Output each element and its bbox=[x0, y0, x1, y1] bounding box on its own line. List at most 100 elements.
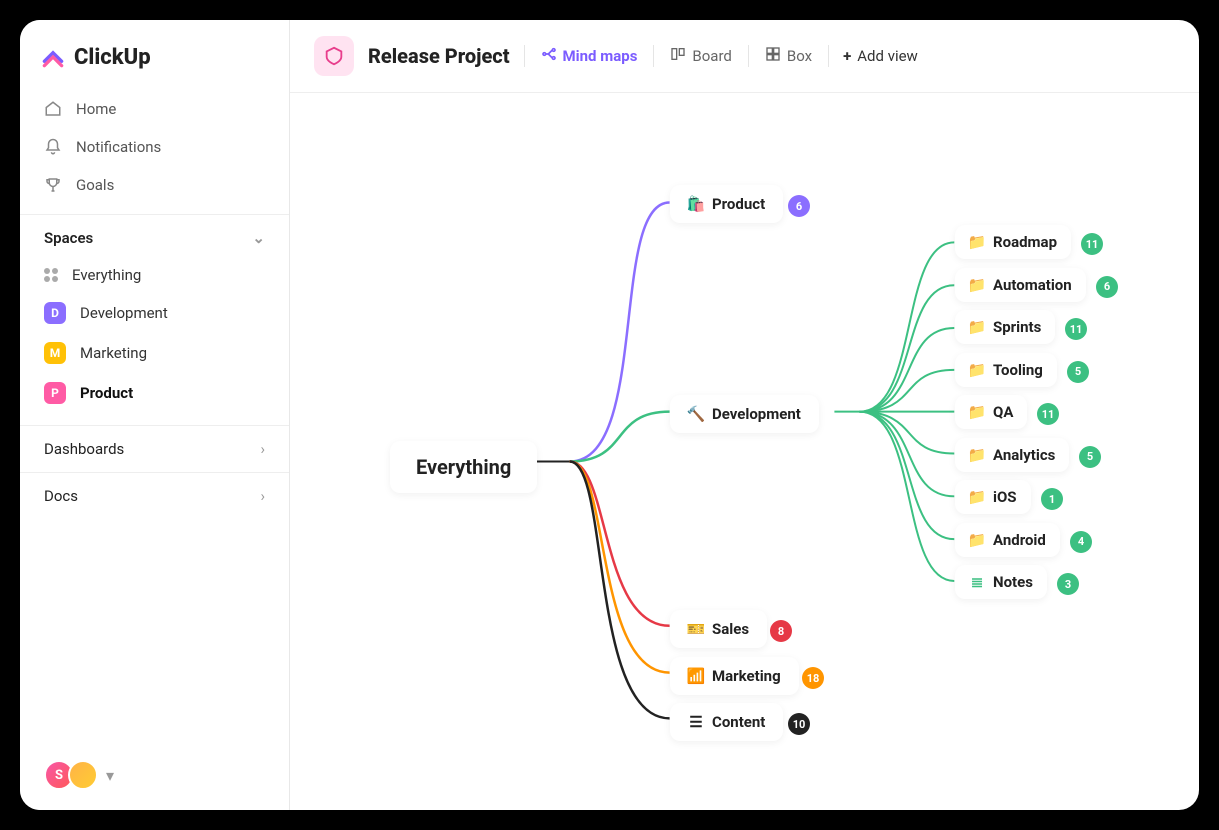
bell-icon bbox=[44, 138, 62, 156]
count-badge: 10 bbox=[788, 713, 810, 735]
folder-icon: 📁 bbox=[969, 234, 985, 250]
count-badge: 5 bbox=[1079, 446, 1101, 468]
chevron-down-icon: ⌄ bbox=[252, 229, 265, 247]
spaces-header[interactable]: Spaces ⌄ bbox=[20, 214, 289, 257]
logo-text: ClickUp bbox=[74, 45, 151, 70]
space-label: Product bbox=[80, 384, 133, 402]
chevron-right-icon: › bbox=[260, 487, 265, 505]
node-label: Roadmap bbox=[993, 233, 1057, 251]
space-badge-d: D bbox=[44, 302, 66, 324]
node-label: Notes bbox=[993, 573, 1033, 591]
topbar: Release Project Mind maps Board Box + Ad… bbox=[290, 20, 1199, 93]
sidebar-item-development[interactable]: D Development bbox=[20, 293, 289, 333]
project-icon bbox=[314, 36, 354, 76]
box-icon bbox=[765, 46, 781, 66]
count-badge: 4 bbox=[1070, 531, 1092, 553]
sidebar-item-dashboards[interactable]: Dashboards › bbox=[20, 425, 289, 472]
node-product[interactable]: 🛍️ Product bbox=[670, 185, 783, 223]
docs-label: Docs bbox=[44, 487, 78, 505]
node-dev-child[interactable]: 📁 QA bbox=[955, 395, 1027, 429]
avatar-other bbox=[68, 760, 98, 790]
space-badge-p: P bbox=[44, 382, 66, 404]
app-window: ClickUp Home Notifications Goals Spaces … bbox=[20, 20, 1199, 810]
folder-icon: 📁 bbox=[969, 489, 985, 505]
count-badge: 11 bbox=[1065, 318, 1087, 340]
space-label: Marketing bbox=[80, 344, 147, 362]
node-label: Tooling bbox=[993, 361, 1043, 379]
node-label: Marketing bbox=[712, 667, 781, 685]
node-label: Content bbox=[712, 713, 765, 731]
nav-home-label: Home bbox=[76, 100, 116, 118]
sidebar-item-docs[interactable]: Docs › bbox=[20, 472, 289, 519]
everything-icon bbox=[44, 268, 58, 282]
node-content[interactable]: ☰ Content bbox=[670, 703, 783, 741]
count-badge: 6 bbox=[1096, 276, 1118, 298]
node-dev-child[interactable]: 📁 Roadmap bbox=[955, 225, 1071, 259]
node-dev-child[interactable]: 📁Android bbox=[955, 523, 1060, 557]
chevron-right-icon: › bbox=[260, 440, 265, 458]
nav-goals[interactable]: Goals bbox=[20, 166, 289, 204]
add-view-button[interactable]: + Add view bbox=[843, 47, 918, 65]
node-label: Sprints bbox=[993, 318, 1041, 336]
count-badge: 8 bbox=[770, 620, 792, 642]
text-icon: ☰ bbox=[688, 714, 704, 730]
node-dev-child[interactable]: 📁Analytics bbox=[955, 438, 1069, 472]
node-dev-child[interactable]: 📁 iOS bbox=[955, 480, 1031, 514]
add-view-label: Add view bbox=[857, 47, 918, 65]
sidebar-item-everything[interactable]: Everything bbox=[20, 257, 289, 293]
node-label: Sales bbox=[712, 620, 749, 638]
node-sales[interactable]: 🎫 Sales bbox=[670, 610, 767, 648]
node-development[interactable]: 🔨 Development bbox=[670, 395, 819, 433]
count-badge: 18 bbox=[802, 667, 824, 689]
clickup-logo-icon bbox=[40, 44, 66, 70]
trophy-icon bbox=[44, 176, 62, 194]
mindmap-root-node[interactable]: Everything bbox=[390, 441, 537, 493]
plus-icon: + bbox=[843, 47, 851, 65]
logo[interactable]: ClickUp bbox=[20, 20, 289, 90]
ticket-icon: 🎫 bbox=[688, 621, 704, 637]
space-badge-m: M bbox=[44, 342, 66, 364]
nav-home[interactable]: Home bbox=[20, 90, 289, 128]
node-dev-child[interactable]: 📁 Sprints bbox=[955, 310, 1055, 344]
tab-box-label: Box bbox=[787, 47, 812, 65]
node-label: QA bbox=[993, 403, 1013, 421]
sidebar-item-marketing[interactable]: M Marketing bbox=[20, 333, 289, 373]
dashboards-label: Dashboards bbox=[44, 440, 124, 458]
divider bbox=[524, 45, 525, 67]
node-dev-child[interactable]: 📁 Tooling bbox=[955, 353, 1057, 387]
tab-board-label: Board bbox=[692, 47, 731, 65]
node-dev-child[interactable]: 📁Automation bbox=[955, 268, 1086, 302]
board-icon bbox=[670, 46, 686, 66]
hammer-icon: 🔨 bbox=[688, 406, 704, 422]
nav-notifications-label: Notifications bbox=[76, 138, 161, 156]
folder-icon: 📁 bbox=[969, 319, 985, 335]
user-avatars[interactable]: S ▾ bbox=[20, 740, 289, 810]
nav-notifications[interactable]: Notifications bbox=[20, 128, 289, 166]
folder-icon: 📁 bbox=[969, 277, 985, 293]
home-icon bbox=[44, 100, 62, 118]
list-icon: ≣ bbox=[969, 574, 985, 590]
folder-icon: 📁 bbox=[969, 532, 985, 548]
spaces-header-label: Spaces bbox=[44, 229, 93, 247]
project-title: Release Project bbox=[368, 44, 510, 68]
node-label: iOS bbox=[993, 488, 1017, 506]
caret-down-icon: ▾ bbox=[106, 766, 114, 785]
node-dev-child[interactable]: ≣ Notes bbox=[955, 565, 1047, 599]
tab-board[interactable]: Board bbox=[668, 42, 733, 70]
tab-mindmaps-label: Mind maps bbox=[563, 47, 638, 65]
divider bbox=[653, 45, 654, 67]
nav-goals-label: Goals bbox=[76, 176, 114, 194]
count-badge: 11 bbox=[1037, 403, 1059, 425]
root-label: Everything bbox=[416, 455, 511, 479]
count-badge: 1 bbox=[1041, 488, 1063, 510]
tab-box[interactable]: Box bbox=[763, 42, 814, 70]
folder-icon: 📁 bbox=[969, 404, 985, 420]
tab-mindmaps[interactable]: Mind maps bbox=[539, 42, 640, 70]
count-badge: 3 bbox=[1057, 573, 1079, 595]
sidebar-item-product[interactable]: P Product bbox=[20, 373, 289, 413]
wifi-icon: 📶 bbox=[688, 668, 704, 684]
folder-icon: 📁 bbox=[969, 362, 985, 378]
mindmap-canvas[interactable]: Everything 🛍️ Product 6 🔨 Development 🎫 … bbox=[290, 93, 1199, 810]
node-marketing[interactable]: 📶 Marketing bbox=[670, 657, 799, 695]
count-badge: 5 bbox=[1067, 361, 1089, 383]
